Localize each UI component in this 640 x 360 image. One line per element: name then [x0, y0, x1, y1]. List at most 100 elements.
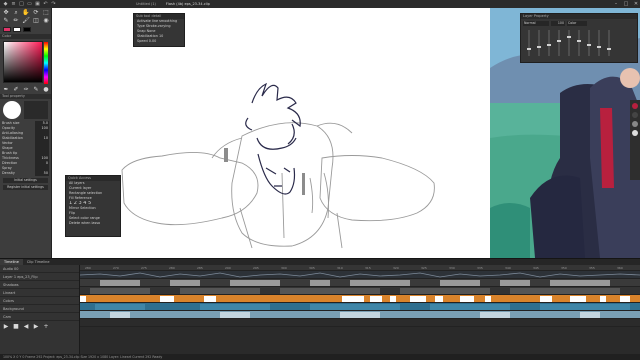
- cel-track[interactable]: [80, 295, 640, 303]
- cel-block[interactable]: [90, 288, 150, 294]
- initial-settings-button[interactable]: Initial settings: [3, 178, 48, 183]
- tab-document[interactable]: Flash (4b) eps_23-34.clip: [166, 2, 210, 6]
- cel-block[interactable]: [550, 280, 610, 286]
- transparent-swatch[interactable]: [23, 27, 31, 32]
- prop-row[interactable]: Density 50: [0, 171, 51, 176]
- cel-track[interactable]: [80, 311, 640, 319]
- cel-block[interactable]: [370, 296, 382, 302]
- cel-block[interactable]: [110, 312, 130, 318]
- close-icon[interactable]: ✕: [632, 1, 640, 7]
- cel-block[interactable]: [435, 296, 443, 302]
- play-icon[interactable]: ▶: [2, 323, 10, 330]
- cel-track[interactable]: [80, 319, 640, 327]
- save-icon[interactable]: ▣: [35, 1, 40, 7]
- cel-block[interactable]: [230, 280, 280, 286]
- track-label[interactable]: Audio 00: [0, 265, 79, 273]
- track-label[interactable]: Shadows: [0, 281, 79, 289]
- cel-block[interactable]: [100, 280, 140, 286]
- cel-block[interactable]: [160, 296, 174, 302]
- track-area[interactable]: 280 270 275 280 285 290 295 300 305 310 315 320 325 3…: [80, 265, 640, 355]
- cel-block[interactable]: [400, 288, 490, 294]
- brush-icon[interactable]: 🖌: [22, 17, 30, 24]
- move-icon[interactable]: ✥: [2, 9, 10, 16]
- cel-block[interactable]: [340, 312, 380, 318]
- cel-block[interactable]: [342, 296, 364, 302]
- main-color-swatch[interactable]: [3, 27, 11, 32]
- cel-track[interactable]: [80, 279, 640, 287]
- cel-block[interactable]: [570, 296, 586, 302]
- new-icon[interactable]: □: [19, 1, 24, 7]
- marker-icon[interactable]: ✐: [12, 86, 20, 93]
- minimize-icon[interactable]: –: [612, 1, 620, 7]
- cel-block[interactable]: [600, 296, 606, 302]
- cel-block[interactable]: [310, 280, 330, 286]
- cel-track[interactable]: [80, 287, 640, 295]
- hand-icon[interactable]: ✋: [22, 9, 30, 16]
- cel-track[interactable]: [80, 303, 640, 311]
- cel-block[interactable]: [310, 304, 400, 310]
- color-history-swatch[interactable]: [632, 130, 638, 136]
- turnip-pen-icon[interactable]: ✎: [32, 86, 40, 93]
- color-history-swatch[interactable]: [632, 112, 638, 118]
- cel-block[interactable]: [510, 288, 620, 294]
- maximize-icon[interactable]: □: [622, 1, 630, 7]
- color-history-swatch[interactable]: [632, 121, 638, 127]
- cel-block[interactable]: [580, 312, 600, 318]
- expression-color-select[interactable]: Color: [567, 21, 587, 26]
- color-history-swatch[interactable]: [632, 103, 638, 109]
- pen-icon[interactable]: ✎: [2, 17, 10, 24]
- cel-block[interactable]: [280, 288, 380, 294]
- layer-thumbnails[interactable]: [524, 28, 634, 58]
- next-frame-icon[interactable]: ▶: [32, 323, 40, 330]
- g-pen-icon[interactable]: ✒: [2, 86, 10, 93]
- prev-frame-icon[interactable]: ◀: [22, 323, 30, 330]
- menu-icon[interactable]: ≡: [11, 1, 16, 7]
- cel-block[interactable]: [500, 280, 530, 286]
- quick-access-item[interactable]: Delete when lasso: [66, 221, 120, 226]
- detail-row[interactable]: Speed 0.00: [134, 39, 184, 44]
- track-label[interactable]: Layer 1 eps_23_Flip: [0, 273, 79, 281]
- rotate-icon[interactable]: ⟳: [32, 9, 40, 16]
- cel-block[interactable]: [220, 312, 250, 318]
- open-icon[interactable]: ▭: [27, 1, 32, 7]
- cel-block[interactable]: [440, 280, 480, 286]
- cel-block[interactable]: [80, 296, 86, 302]
- cel-block[interactable]: [180, 288, 260, 294]
- register-settings-button[interactable]: Register initial settings: [3, 185, 48, 190]
- hue-slider[interactable]: [44, 42, 48, 84]
- audio-track[interactable]: [80, 271, 640, 279]
- cel-block[interactable]: [204, 296, 216, 302]
- cel-block[interactable]: [200, 304, 270, 310]
- new-cel-icon[interactable]: +: [42, 323, 50, 330]
- track-label[interactable]: Lineart: [0, 289, 79, 297]
- cel-block[interactable]: [540, 296, 552, 302]
- select-icon[interactable]: ⬚: [42, 9, 50, 16]
- zoom-icon[interactable]: ⌕: [12, 9, 20, 16]
- undo-icon[interactable]: ↶: [43, 1, 48, 7]
- round-pen-icon[interactable]: ●: [42, 86, 50, 93]
- cel-block[interactable]: [410, 296, 426, 302]
- tab-untitled[interactable]: Untitled (1): [136, 2, 156, 6]
- cel-block[interactable]: [390, 296, 396, 302]
- cel-block[interactable]: [485, 296, 491, 302]
- cel-block[interactable]: [170, 280, 200, 286]
- track-label[interactable]: Background: [0, 305, 79, 313]
- pencil-icon[interactable]: ✏: [12, 17, 20, 24]
- cel-block[interactable]: [480, 312, 510, 318]
- cel-block[interactable]: [350, 280, 410, 286]
- cel-block[interactable]: [460, 296, 474, 302]
- redo-icon[interactable]: ↷: [51, 1, 56, 7]
- blend-mode-select[interactable]: Normal: [523, 21, 549, 26]
- track-label[interactable]: Cam: [0, 313, 79, 321]
- sub-color-swatch[interactable]: [13, 27, 21, 32]
- track-label[interactable]: Colors: [0, 297, 79, 305]
- eraser-icon[interactable]: ◫: [32, 17, 40, 24]
- cel-block[interactable]: [620, 296, 630, 302]
- stop-icon[interactable]: ■: [12, 323, 20, 330]
- color-picker[interactable]: [3, 41, 48, 84]
- cel-block[interactable]: [430, 304, 510, 310]
- opacity-field[interactable]: 100: [551, 21, 565, 26]
- cel-block[interactable]: [540, 304, 630, 310]
- cel-block[interactable]: [95, 304, 145, 310]
- prop-value[interactable]: 50: [35, 171, 49, 176]
